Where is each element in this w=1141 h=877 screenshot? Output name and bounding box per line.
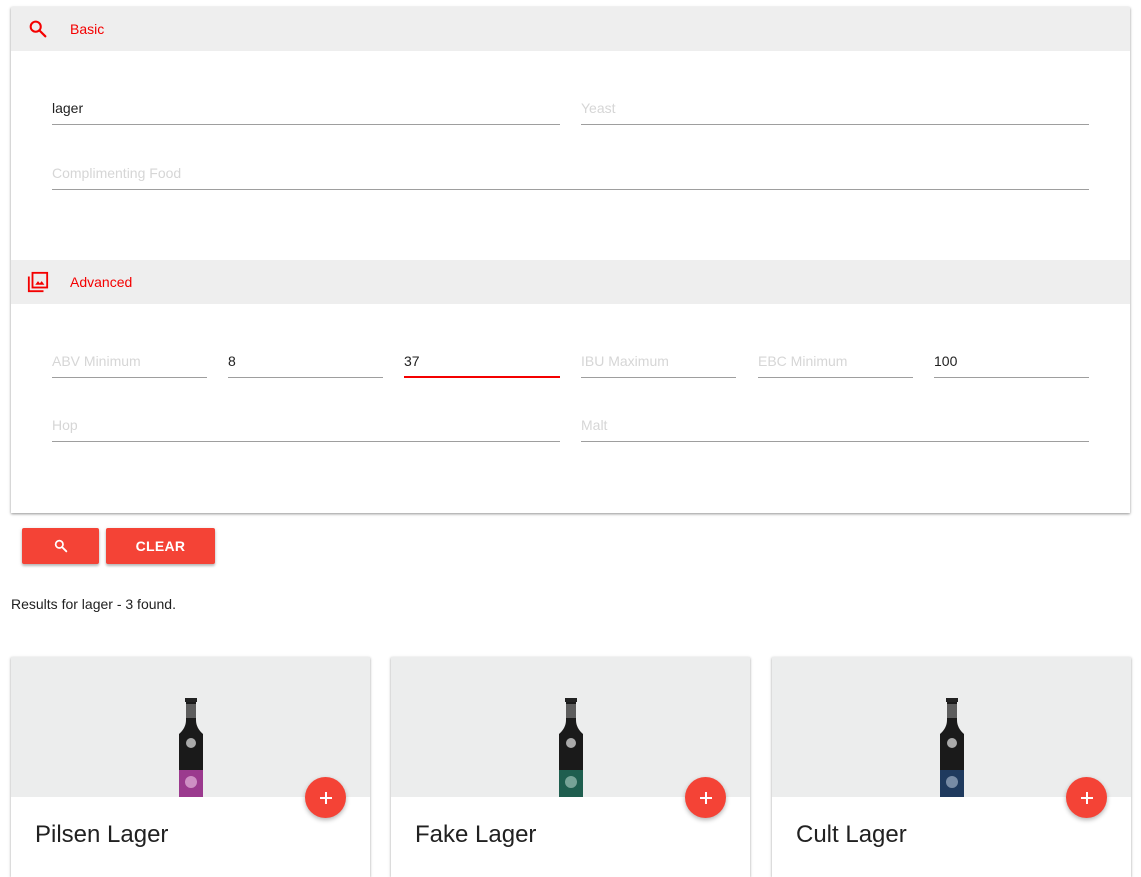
- photo-library-icon: [27, 271, 49, 293]
- beer-image-area: [11, 657, 370, 797]
- abv-max-input[interactable]: [228, 344, 383, 377]
- beer-title: Cult Lager: [796, 821, 907, 848]
- basic-section-label: Basic: [70, 21, 105, 37]
- food-field[interactable]: [52, 156, 1089, 190]
- add-beer-button[interactable]: [685, 777, 726, 818]
- search-icon: [54, 539, 67, 553]
- add-beer-button[interactable]: [305, 777, 346, 818]
- abv-min-input[interactable]: [52, 344, 207, 377]
- ebc-max-field[interactable]: [934, 344, 1089, 378]
- ebc-min-field[interactable]: [758, 344, 913, 378]
- beer-card[interactable]: Pilsen Lager: [11, 657, 370, 877]
- advanced-section-label: Advanced: [70, 274, 133, 290]
- ibu-max-input[interactable]: [581, 344, 736, 377]
- beer-bottle-image: [939, 698, 964, 797]
- results-summary: Results for lager - 3 found.: [11, 596, 176, 612]
- beer-bottle-image: [558, 698, 583, 797]
- beer-image-area: [772, 657, 1131, 797]
- name-input[interactable]: [52, 91, 560, 124]
- ibu-min-field[interactable]: [404, 344, 560, 378]
- search-button[interactable]: [22, 528, 99, 564]
- ebc-min-input[interactable]: [758, 344, 913, 377]
- ibu-max-field[interactable]: [581, 344, 736, 378]
- malt-field[interactable]: [581, 408, 1089, 442]
- beer-bottle-image: [178, 698, 203, 797]
- ibu-min-input[interactable]: [404, 344, 560, 377]
- hop-input[interactable]: [52, 408, 560, 441]
- abv-max-field[interactable]: [228, 344, 383, 378]
- hop-field[interactable]: [52, 408, 560, 442]
- beer-title: Pilsen Lager: [35, 821, 169, 848]
- name-field[interactable]: [52, 91, 560, 125]
- yeast-field[interactable]: [581, 91, 1089, 125]
- malt-input[interactable]: [581, 408, 1089, 441]
- clear-button[interactable]: CLEAR: [106, 528, 215, 564]
- beer-image-area: [391, 657, 750, 797]
- beer-title: Fake Lager: [415, 821, 537, 848]
- yeast-input[interactable]: [581, 91, 1089, 124]
- basic-section-header[interactable]: Basic: [11, 7, 1130, 51]
- plus-icon: [319, 791, 332, 804]
- advanced-section-header[interactable]: Advanced: [11, 260, 1130, 304]
- beer-card[interactable]: Fake Lager: [391, 657, 750, 877]
- add-beer-button[interactable]: [1066, 777, 1107, 818]
- beer-card[interactable]: Cult Lager: [772, 657, 1131, 877]
- ebc-max-input[interactable]: [934, 344, 1089, 377]
- food-input[interactable]: [52, 156, 1089, 189]
- search-icon: [29, 20, 47, 38]
- search-panel: Basic Advanced: [11, 7, 1130, 513]
- plus-icon: [1080, 791, 1093, 804]
- plus-icon: [699, 791, 712, 804]
- abv-min-field[interactable]: [52, 344, 207, 378]
